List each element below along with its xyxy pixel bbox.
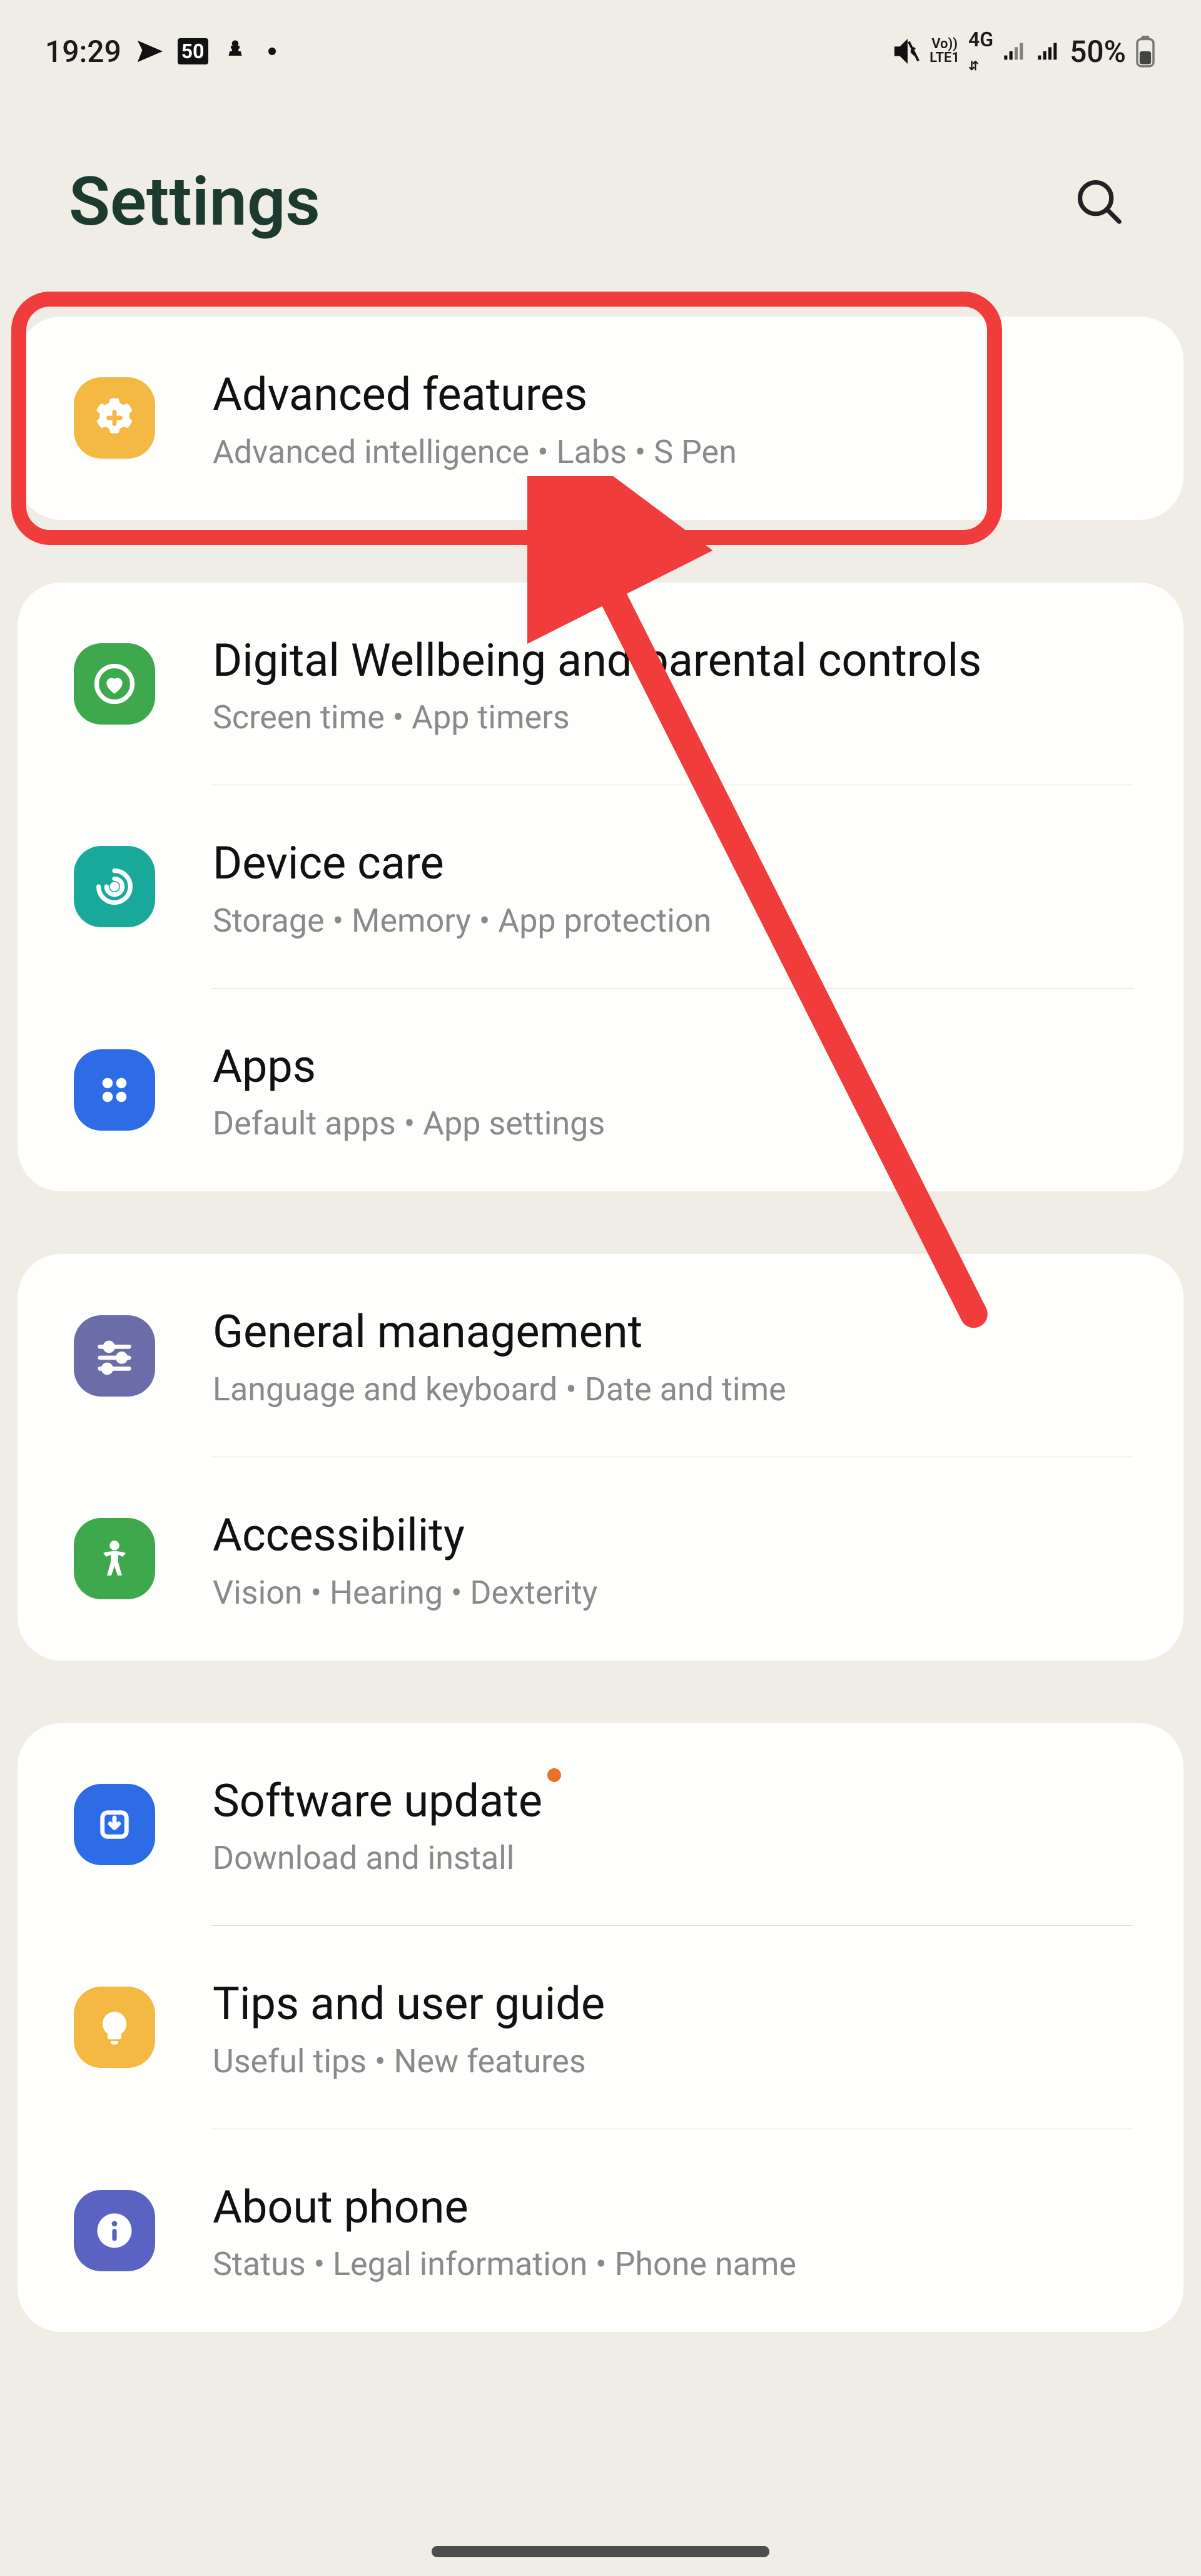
item-title: About phone (213, 2178, 469, 2237)
item-texts: Advanced features Advanced intelligence •… (213, 365, 1146, 471)
item-texts: General management Language and keyboard … (213, 1303, 1146, 1408)
item-title: Device care (213, 834, 444, 893)
item-title: General management (213, 1303, 642, 1362)
signal-bars-1-icon (1002, 39, 1027, 64)
settings-item-advanced-features[interactable]: Advanced features Advanced intelligence •… (18, 317, 1183, 520)
download-arrow-icon (74, 1784, 155, 1865)
status-bar: 19:29 50 Vo))LTE1 4G⇵ 50% (0, 0, 1201, 88)
item-texts: Device care Storage • Memory • App protec… (213, 834, 1146, 940)
item-subtitle: Advanced intelligence • Labs • S Pen (213, 433, 1146, 471)
item-subtitle: Default apps • App settings (213, 1104, 1146, 1143)
settings-group: Digital Wellbeing and parental controls S… (18, 583, 1183, 1192)
item-subtitle: Screen time • App timers (213, 698, 1146, 736)
settings-item-general-management[interactable]: General management Language and keyboard … (18, 1254, 1183, 1457)
item-subtitle: Storage • Memory • App protection (213, 902, 1146, 940)
page-title: Settings (69, 163, 320, 242)
battery-pct: 50% (1070, 34, 1126, 69)
bulb-icon (74, 1987, 155, 2068)
settings-item-accessibility[interactable]: Accessibility Vision • Hearing • Dexterit… (18, 1457, 1183, 1661)
search-button[interactable] (1066, 168, 1132, 237)
item-subtitle: Status • Legal information • Phone name (213, 2245, 1146, 2283)
settings-item-digital-wellbeing[interactable]: Digital Wellbeing and parental controls S… (18, 583, 1183, 786)
signal-bars-2-icon (1036, 39, 1061, 64)
item-texts: About phone Status • Legal information • … (213, 2178, 1146, 2284)
item-texts: Digital Wellbeing and parental controls S… (213, 631, 1146, 737)
spiral-icon (74, 846, 155, 927)
settings-group: Software update Download and install Tips … (18, 1723, 1183, 2333)
status-left: 19:29 50 (45, 34, 276, 69)
calendar-50-icon: 50 (178, 38, 208, 64)
item-texts: Accessibility Vision • Hearing • Dexterit… (213, 1506, 1146, 1612)
status-right: Vo))LTE1 4G⇵ 50% (892, 28, 1156, 75)
item-title: Apps (213, 1037, 316, 1096)
chess-icon (222, 38, 248, 64)
item-texts: Apps Default apps • App settings (213, 1037, 1146, 1143)
settings-header: Settings (0, 88, 1201, 317)
battery-icon (1135, 35, 1156, 68)
gear-plus-icon (74, 377, 155, 459)
heart-ring-icon (74, 643, 155, 725)
settings-item-device-care[interactable]: Device care Storage • Memory • App protec… (18, 785, 1183, 989)
search-icon (1072, 221, 1126, 230)
settings-item-tips-guide[interactable]: Tips and user guide Useful tips • New fea… (18, 1926, 1183, 2129)
status-time: 19:29 (45, 34, 121, 69)
item-subtitle: Language and keyboard • Date and time (213, 1370, 1146, 1408)
item-title: Digital Wellbeing and parental controls (213, 631, 981, 690)
item-subtitle: Useful tips • New features (213, 2042, 1146, 2080)
settings-group: General management Language and keyboard … (18, 1254, 1183, 1660)
item-title: Tips and user guide (213, 1975, 605, 2034)
item-title: Accessibility (213, 1506, 465, 1565)
info-icon (74, 2190, 155, 2271)
item-texts: Tips and user guide Useful tips • New fea… (213, 1975, 1146, 2080)
telegram-icon (135, 37, 164, 66)
mute-vibrate-icon (892, 37, 921, 66)
person-icon (74, 1518, 155, 1599)
settings-item-apps[interactable]: Apps Default apps • App settings (18, 989, 1183, 1192)
dots-grid-icon (74, 1049, 155, 1131)
item-subtitle: Vision • Hearing • Dexterity (213, 1574, 1146, 1612)
item-subtitle: Download and install (213, 1839, 1146, 1877)
sliders-icon (74, 1315, 155, 1397)
item-texts: Software update Download and install (213, 1772, 1146, 1878)
network-type: 4G⇵ (968, 28, 993, 75)
settings-group: Advanced features Advanced intelligence •… (18, 317, 1183, 520)
item-title: Software update (213, 1772, 542, 1831)
item-title: Advanced features (213, 365, 587, 424)
volte-indicator: Vo))LTE1 (930, 38, 960, 65)
dot-icon (268, 48, 276, 55)
settings-item-software-update[interactable]: Software update Download and install (18, 1723, 1183, 1927)
update-badge-dot (547, 1768, 561, 1782)
home-indicator (432, 2546, 769, 2557)
settings-item-about-phone[interactable]: About phone Status • Legal information • … (18, 2129, 1183, 2333)
